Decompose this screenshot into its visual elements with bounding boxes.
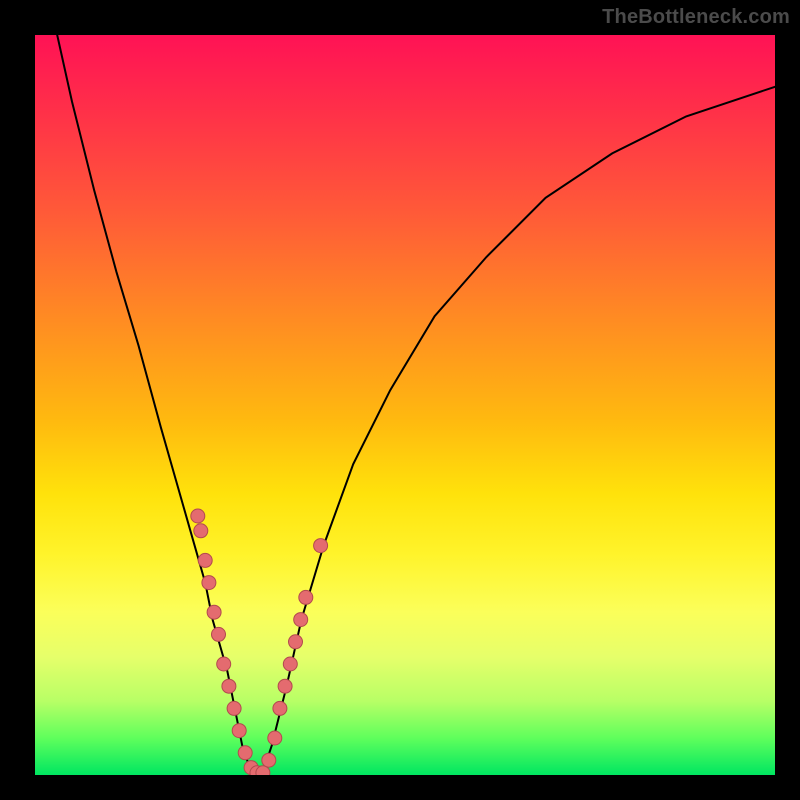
sample-point	[198, 553, 212, 567]
plot-svg	[35, 35, 775, 775]
bottleneck-curve	[57, 35, 775, 775]
sample-point	[217, 657, 231, 671]
sample-point	[283, 657, 297, 671]
sample-point	[212, 627, 226, 641]
sample-point	[278, 679, 292, 693]
plot-area	[35, 35, 775, 775]
sample-point	[194, 524, 208, 538]
sample-point	[232, 724, 246, 738]
sample-point	[294, 613, 308, 627]
sample-point	[273, 701, 287, 715]
sample-point	[222, 679, 236, 693]
sample-point	[191, 509, 205, 523]
watermark-text: TheBottleneck.com	[602, 6, 790, 29]
sample-point	[299, 590, 313, 604]
sample-point	[268, 731, 282, 745]
sample-point	[238, 746, 252, 760]
sample-point	[262, 753, 276, 767]
bead-group	[191, 509, 328, 775]
chart-frame: TheBottleneck.com	[0, 0, 800, 800]
sample-point	[289, 635, 303, 649]
sample-point	[207, 605, 221, 619]
sample-point	[227, 701, 241, 715]
sample-point	[314, 539, 328, 553]
sample-point	[202, 576, 216, 590]
